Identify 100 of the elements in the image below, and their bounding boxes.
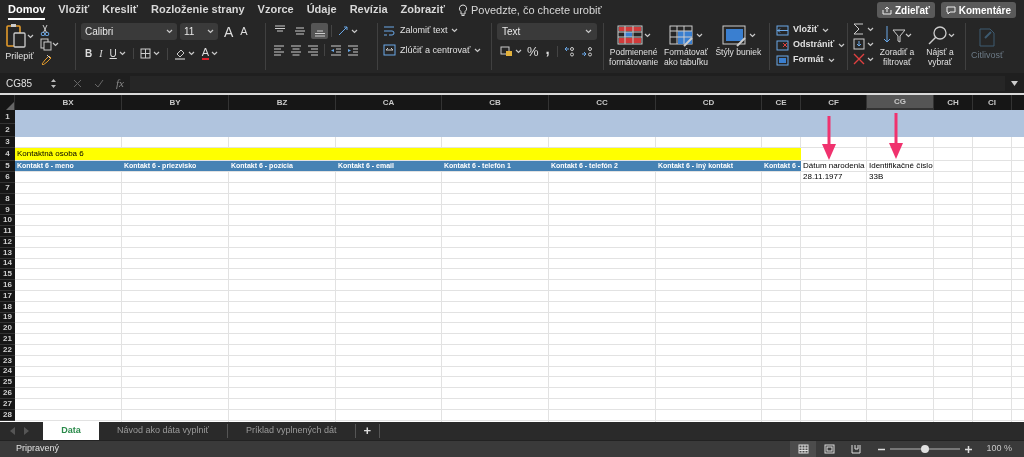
confirm-icon[interactable]: [94, 78, 104, 88]
share-button[interactable]: Zdieľať: [877, 2, 935, 18]
row-header[interactable]: 23: [0, 355, 15, 367]
align-center-icon[interactable]: [290, 44, 302, 56]
accounting-icon[interactable]: [500, 46, 513, 57]
search-field[interactable]: Povedzte, čo chcete urobiť: [470, 1, 641, 19]
cancel-icon[interactable]: [73, 78, 82, 88]
caret-icon[interactable]: [211, 51, 219, 56]
stepper-icon[interactable]: [50, 77, 57, 89]
fill-down-icon[interactable]: [853, 38, 865, 50]
caret-icon[interactable]: [585, 29, 592, 34]
row-header[interactable]: 4: [0, 148, 15, 161]
row-header[interactable]: 21: [0, 334, 15, 345]
format-painter-icon[interactable]: [40, 53, 52, 65]
caret-icon[interactable]: [52, 42, 59, 47]
caret-icon[interactable]: [696, 32, 704, 38]
row-header[interactable]: 22: [0, 344, 15, 356]
sheet-tab[interactable]: Návod ako dáta vyplniť: [99, 424, 228, 438]
bold-button[interactable]: B: [85, 46, 93, 61]
row-header[interactable]: 2: [0, 124, 15, 137]
name-box[interactable]: CG85: [6, 75, 44, 91]
shrink-font-button[interactable]: A: [240, 26, 248, 37]
underline-button[interactable]: U: [109, 46, 117, 61]
caret-icon[interactable]: [152, 51, 160, 56]
sheet-tab[interactable]: Data: [43, 422, 99, 440]
ribbon-button[interactable]: Formátovať ako tabuľku: [660, 23, 712, 70]
align-left-icon[interactable]: [273, 44, 285, 56]
row-header[interactable]: 6: [0, 172, 15, 183]
percent-button[interactable]: %: [527, 45, 539, 58]
ribbon-tab[interactable]: Vzorce: [257, 0, 294, 20]
caret-icon[interactable]: [27, 33, 34, 39]
caret-icon[interactable]: [515, 49, 522, 54]
caret-icon[interactable]: [166, 29, 173, 34]
borders-icon[interactable]: [139, 48, 151, 59]
sheet-tab[interactable]: Príklad vyplnených dát: [227, 424, 356, 438]
row-header[interactable]: 18: [0, 301, 15, 313]
caret-icon[interactable]: [904, 32, 912, 38]
row-header[interactable]: 27: [0, 398, 15, 410]
number-format-dropdown[interactable]: Text: [497, 23, 597, 40]
align-right-icon[interactable]: [307, 44, 319, 56]
italic-button[interactable]: I: [99, 46, 103, 61]
caret-icon[interactable]: [187, 51, 195, 56]
caret-icon[interactable]: [118, 51, 126, 56]
ribbon-tab[interactable]: Údaje: [306, 0, 337, 20]
row-header[interactable]: 13: [0, 247, 15, 259]
caret-icon[interactable]: [1011, 80, 1018, 86]
ribbon-button[interactable]: Nájsť a vybrať: [920, 23, 960, 70]
row-header[interactable]: 1: [0, 110, 15, 124]
caret-icon[interactable]: [838, 42, 846, 48]
column-header[interactable]: CG: [867, 95, 934, 110]
clear-icon[interactable]: [853, 53, 865, 65]
row-header[interactable]: 12: [0, 237, 15, 248]
decrease-indent-icon[interactable]: [330, 44, 342, 56]
ribbon-button[interactable]: Formát: [776, 53, 842, 67]
caret-icon[interactable]: [451, 28, 459, 34]
row-header[interactable]: 17: [0, 290, 15, 302]
caret-icon[interactable]: [474, 47, 482, 53]
ribbon-tab[interactable]: Kresliť: [102, 0, 139, 20]
zoom-level[interactable]: 100 %: [986, 442, 1012, 456]
row-header[interactable]: 11: [0, 226, 15, 237]
increase-decimal-icon[interactable]: [563, 46, 576, 57]
ribbon-button[interactable]: Štýly buniek: [712, 23, 764, 70]
merge-center-button[interactable]: Zlúčiť a centrovať: [383, 43, 486, 57]
row-header[interactable]: 16: [0, 280, 15, 291]
ribbon-tab[interactable]: Rozloženie strany: [151, 0, 245, 20]
row-header[interactable]: 28: [0, 409, 15, 421]
ribbon-tab[interactable]: Vložiť: [58, 0, 90, 20]
ribbon-button[interactable]: Odstrániť: [776, 38, 842, 52]
font-color-button[interactable]: A: [201, 47, 210, 60]
ribbon-button[interactable]: Zoradiť a filtrovať: [877, 23, 917, 70]
font-size-dropdown[interactable]: 11: [180, 23, 218, 40]
add-sheet-button[interactable]: +: [355, 424, 381, 438]
scissors-icon[interactable]: [40, 24, 50, 36]
sum-icon[interactable]: [853, 23, 865, 35]
ribbon-button[interactable]: Vložiť: [776, 23, 842, 37]
row-header[interactable]: 7: [0, 183, 15, 194]
zoom-in-icon[interactable]: [965, 445, 973, 453]
insert-function-button[interactable]: fx: [116, 74, 124, 92]
row-header[interactable]: 26: [0, 388, 15, 399]
orientation-icon[interactable]: [337, 25, 349, 37]
lightbulb-icon[interactable]: [457, 3, 468, 17]
comma-button[interactable]: ,: [543, 41, 552, 56]
caret-icon[interactable]: [644, 32, 652, 38]
increase-indent-icon[interactable]: [347, 44, 359, 56]
row-header[interactable]: 8: [0, 193, 15, 205]
zoom-slider-thumb[interactable]: [921, 445, 930, 453]
caret-icon[interactable]: [207, 29, 214, 34]
fill-color-icon[interactable]: [173, 47, 186, 60]
caret-icon[interactable]: [827, 57, 835, 63]
caret-icon[interactable]: [867, 26, 874, 32]
paste-button[interactable]: Prilepiť: [5, 23, 34, 64]
caret-icon[interactable]: [947, 32, 955, 38]
caret-icon[interactable]: [867, 41, 874, 47]
grow-font-button[interactable]: A: [224, 24, 234, 39]
ribbon-tab[interactable]: Revízia: [349, 0, 388, 20]
ribbon-button[interactable]: Podmienené formátovanie: [608, 23, 660, 70]
ribbon-tab[interactable]: Zobraziť: [400, 0, 445, 20]
font-name-dropdown[interactable]: Calibri: [81, 23, 177, 40]
wrap-text-button[interactable]: Zalomiť text: [383, 24, 486, 38]
caret-icon[interactable]: [822, 27, 830, 33]
